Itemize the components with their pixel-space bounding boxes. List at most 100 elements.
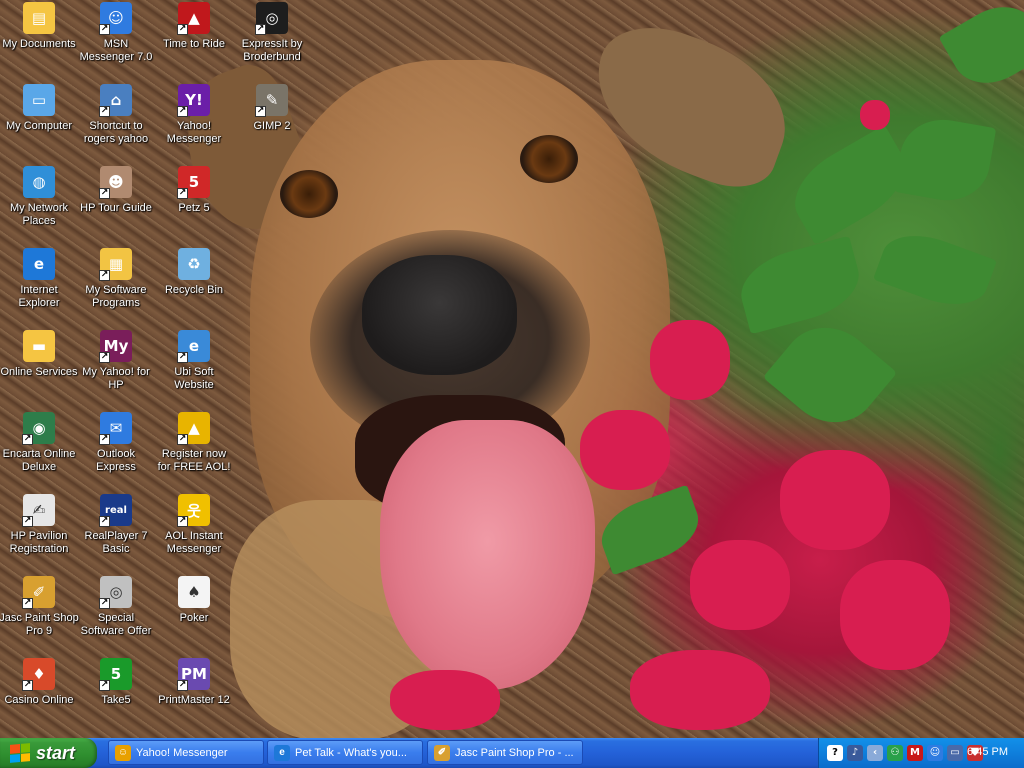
desktop-shortcut[interactable]: ⌂ ↗ Shortcut to rogers yahoo <box>76 84 156 160</box>
take5-icon: 5 ↗ <box>99 658 132 691</box>
wallpaper-flower <box>860 100 890 130</box>
desktop-shortcut[interactable]: e ↗ Ubi Soft Website <box>154 330 234 406</box>
desktop-shortcut[interactable]: real ↗ RealPlayer 7 Basic <box>76 494 156 570</box>
wallpaper-leaf <box>938 0 1024 98</box>
desktop-shortcut[interactable]: 웃 ↗ AOL Instant Messenger <box>154 494 234 570</box>
desktop-shortcut[interactable]: ☻ ↗ HP Tour Guide <box>76 166 156 242</box>
shortcut-arrow-icon: ↗ <box>22 680 33 691</box>
desktop-shortcut[interactable]: ▤ My Documents <box>0 2 79 78</box>
my-computer-icon: ▭ <box>23 84 55 116</box>
paint-icon: ✐ <box>434 744 450 761</box>
network-icon[interactable]: ⚇ <box>887 745 903 761</box>
msn-tray-icon[interactable]: ☺ <box>927 745 943 761</box>
desktop-shortcut[interactable]: PM ↗ PrintMaster 12 <box>154 658 234 734</box>
tray-icons: ? ♪ ‹ ⚇ M ☺ ▭ ⛊ <box>823 745 983 761</box>
my-software-programs-icon: ▦ ↗ <box>99 248 132 281</box>
poker-icon: ♠ <box>178 576 210 608</box>
desktop-icon-label: Register now for FREE AOL! <box>157 448 231 473</box>
task-pet-talk[interactable]: e Pet Talk - What's you... <box>267 740 423 765</box>
shortcut-arrow-icon: ↗ <box>177 106 188 117</box>
clock[interactable]: 6:45 PM <box>967 746 1008 758</box>
outlook-express-icon: ✉ ↗ <box>99 412 132 445</box>
shortcut-arrow-icon: ↗ <box>99 270 110 281</box>
desktop-shortcut[interactable]: ▭ My Computer <box>0 84 79 160</box>
wallpaper-flower <box>840 560 950 670</box>
shortcut-arrow-icon: ↗ <box>99 106 110 117</box>
desktop-icon-label: My Software Programs <box>85 284 147 309</box>
desktop-icon-label: AOL Instant Messenger <box>165 530 223 555</box>
desktop-shortcut[interactable]: 5 ↗ Take5 <box>76 658 156 734</box>
time-to-ride-icon: ▲ ↗ <box>177 2 210 35</box>
task-label: Jasc Paint Shop Pro - ... <box>455 746 574 759</box>
desktop-icon-label: ExpressIt by Broderbund <box>241 38 303 63</box>
wallpaper-leaf <box>873 222 997 318</box>
start-button[interactable]: start <box>0 738 97 768</box>
shortcut-arrow-icon: ↗ <box>99 352 110 363</box>
special-software-offer-icon: ◎ ↗ <box>99 576 132 609</box>
desktop-icon-label: My Yahoo! for HP <box>82 366 150 391</box>
chevron-left-icon[interactable]: ‹ <box>867 745 883 761</box>
desktop-icon-label: Outlook Express <box>96 448 136 473</box>
online-services-icon: ▬ <box>23 330 55 362</box>
desktop-shortcut[interactable]: ◎ ↗ ExpressIt by Broderbund <box>232 2 312 78</box>
monitor-icon[interactable]: ▭ <box>947 745 963 761</box>
desktop-icon-label: Take5 <box>101 694 131 706</box>
expressit-icon: ◎ ↗ <box>255 2 288 35</box>
internet-explorer-icon: e <box>23 248 55 280</box>
desktop-shortcut[interactable]: Y! ↗ Yahoo! Messenger <box>154 84 234 160</box>
desktop-shortcut[interactable]: ✐ ↗ Jasc Paint Shop Pro 9 <box>0 576 79 652</box>
desktop-shortcut[interactable]: 5 ↗ Petz 5 <box>154 166 234 242</box>
desktop-shortcut[interactable]: ☺ ↗ MSN Messenger 7.0 <box>76 2 156 78</box>
task-yahoo-messenger[interactable]: ☺ Yahoo! Messenger <box>108 740 264 765</box>
wallpaper-flower <box>780 450 890 550</box>
realplayer-icon: real ↗ <box>99 494 132 527</box>
volume-icon[interactable]: ♪ <box>847 745 863 761</box>
desktop-shortcut[interactable]: ▦ ↗ My Software Programs <box>76 248 156 324</box>
task-label: Pet Talk - What's you... <box>295 746 407 759</box>
desktop-shortcut[interactable]: ◉ ↗ Encarta Online Deluxe <box>0 412 79 488</box>
desktop-shortcut[interactable]: ◍ My Network Places <box>0 166 79 242</box>
wallpaper-dog-eye <box>280 170 338 218</box>
aol-instant-messenger-icon: 웃 ↗ <box>177 494 210 527</box>
desktop-shortcut[interactable]: ✍ ↗ HP Pavilion Registration <box>0 494 79 570</box>
desktop-shortcut[interactable]: ▲ ↗ Time to Ride <box>154 2 234 78</box>
wallpaper-flower <box>630 650 770 730</box>
desktop-icon-label: MSN Messenger 7.0 <box>79 38 153 63</box>
desktop-icon-label: Special Software Offer <box>80 612 152 637</box>
petz-icon: 5 ↗ <box>177 166 210 199</box>
desktop-icon-label: Online Services <box>0 366 78 378</box>
my-documents-icon: ▤ <box>23 2 55 34</box>
desktop-shortcut[interactable]: ♠ Poker <box>154 576 234 652</box>
shortcut-arrow-icon: ↗ <box>99 598 110 609</box>
desktop-shortcut[interactable]: ✉ ↗ Outlook Express <box>76 412 156 488</box>
desktop-shortcut[interactable]: ◎ ↗ Special Software Offer <box>76 576 156 652</box>
register-aol-icon: ▲ ↗ <box>177 412 210 445</box>
shortcut-arrow-icon: ↗ <box>177 516 188 527</box>
yahoo-icon: ☺ <box>115 744 131 761</box>
wallpaper-dog-tongue <box>380 420 595 690</box>
desktop-shortcut[interactable]: ▲ ↗ Register now for FREE AOL! <box>154 412 234 488</box>
shortcut-arrow-icon: ↗ <box>177 24 188 35</box>
wallpaper-dog-nose <box>362 255 517 375</box>
desktop-shortcut[interactable]: e Internet Explorer <box>0 248 79 324</box>
help-icon[interactable]: ? <box>827 745 843 761</box>
desktop-shortcut[interactable]: ♻ Recycle Bin <box>154 248 234 324</box>
start-label: start <box>36 742 76 763</box>
desktop-icon-label: My Network Places <box>9 202 69 227</box>
desktop-icon-label: Poker <box>179 612 209 624</box>
desktop-shortcut[interactable]: ♦ ↗ Casino Online <box>0 658 79 734</box>
ie-icon: e <box>274 744 290 761</box>
shortcut-arrow-icon: ↗ <box>99 24 110 35</box>
desktop-icon-label: Casino Online <box>4 694 74 706</box>
desktop-icon-label: Recycle Bin <box>164 284 224 296</box>
desktop-icon-label: PrintMaster 12 <box>158 694 230 706</box>
task-jasc-paint-shop-pro[interactable]: ✐ Jasc Paint Shop Pro - ... <box>427 740 583 765</box>
shortcut-arrow-icon: ↗ <box>177 434 188 445</box>
desktop-icon-label: Encarta Online Deluxe <box>2 448 76 473</box>
wallpaper-flower <box>690 540 790 630</box>
shortcut-arrow-icon: ↗ <box>177 188 188 199</box>
desktop-shortcut[interactable]: ▬ Online Services <box>0 330 79 406</box>
desktop-shortcut[interactable]: My ↗ My Yahoo! for HP <box>76 330 156 406</box>
desktop-shortcut[interactable]: ✎ ↗ GIMP 2 <box>232 84 312 160</box>
mcafee-icon[interactable]: M <box>907 745 923 761</box>
